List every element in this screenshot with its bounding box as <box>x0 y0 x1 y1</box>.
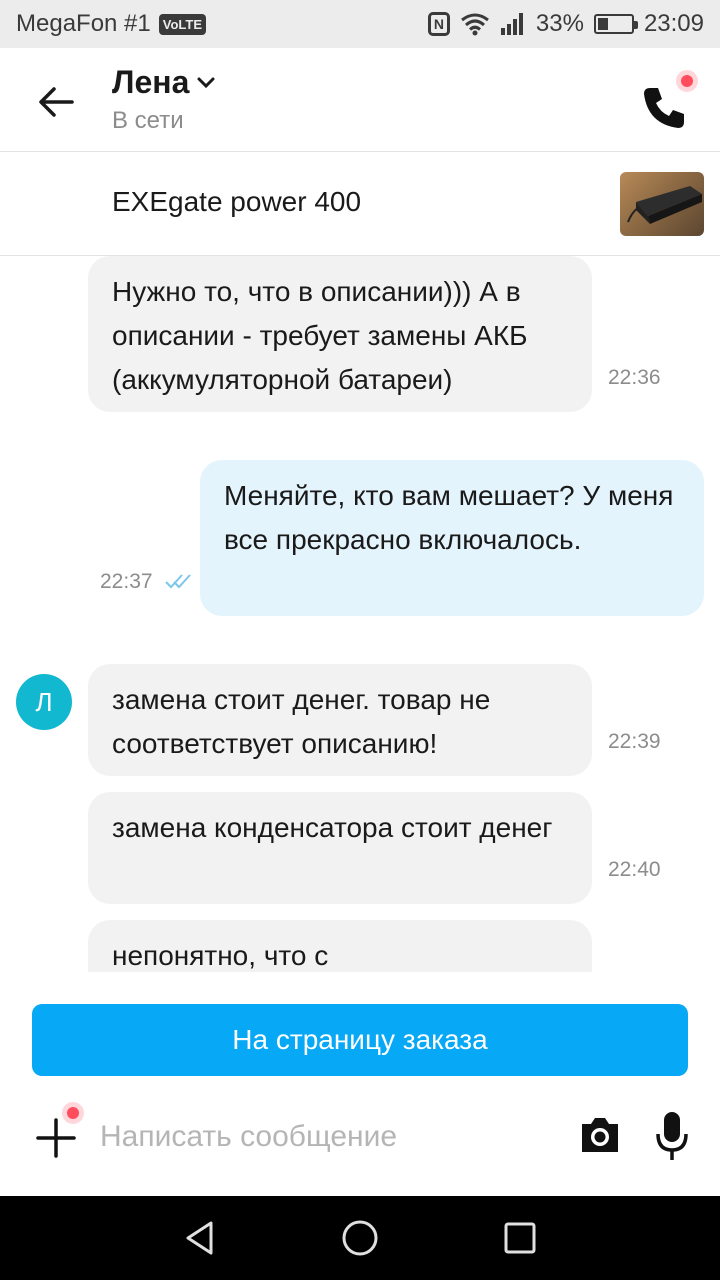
clock: 23:09 <box>643 10 704 37</box>
camera-button[interactable] <box>578 1112 622 1156</box>
nav-home-button[interactable] <box>336 1214 384 1262</box>
mic-button[interactable] <box>654 1110 690 1162</box>
online-status: В сети <box>112 107 184 134</box>
volte-icon: VoLTE <box>158 13 207 35</box>
nfc-icon: N <box>427 12 450 36</box>
phone-icon <box>644 88 684 128</box>
chevron-down-icon <box>197 77 215 88</box>
contact-title[interactable]: Лена В сети <box>112 64 215 135</box>
message-bubble: непонятно, что с <box>88 920 592 972</box>
order-page-button[interactable]: На страницу заказа <box>32 1004 688 1076</box>
camera-icon <box>582 1118 618 1152</box>
composer: На страницу заказа <box>0 972 720 1196</box>
message-time: 22:36 <box>608 366 661 389</box>
circle-home-icon <box>342 1220 378 1256</box>
nav-recent-button[interactable] <box>496 1214 544 1262</box>
message-list[interactable]: Нужно то, что в описании))) А в описании… <box>0 256 720 972</box>
status-bar: MegaFon #1 VoLTE N 33% 23:09 <box>0 0 720 48</box>
message-text: непонятно, что с <box>112 940 329 971</box>
call-button[interactable] <box>640 70 698 134</box>
double-check-icon <box>165 574 191 589</box>
system-nav-bar <box>0 1196 720 1280</box>
message-input[interactable] <box>100 1112 550 1162</box>
product-thumbnail[interactable] <box>620 172 704 236</box>
message-time: 22:40 <box>608 858 661 881</box>
wifi-icon <box>460 13 489 36</box>
product-bar[interactable]: EXEgate power 400 <box>0 152 720 256</box>
chat-header: Лена В сети <box>0 48 720 152</box>
arrow-left-icon[interactable] <box>32 78 80 126</box>
message-bubble: замена конденсатора стоит денег <box>88 792 592 904</box>
nav-back-button[interactable] <box>176 1214 224 1262</box>
message-bubble: Нужно то, что в описании))) А в описании… <box>88 256 592 412</box>
message-time: 22:39 <box>608 730 661 753</box>
signal-icon <box>500 13 523 35</box>
message-text: замена конденсатора стоит денег <box>112 812 553 843</box>
message-bubble: замена стоит денег. товар не соответству… <box>88 664 592 776</box>
message-bubble: Меняйте, кто вам мешает? У меня все прек… <box>200 460 704 616</box>
status-icons: N 33% 23:09 <box>427 10 704 38</box>
microphone-icon <box>656 1112 688 1160</box>
message-text: Меняйте, кто вам мешает? У меня все прек… <box>224 480 674 555</box>
battery-percent: 33% <box>535 10 584 37</box>
triangle-back-icon <box>186 1221 213 1255</box>
message-time: 22:37 <box>100 570 153 593</box>
avatar[interactable]: Л <box>16 674 72 730</box>
carrier-info: MegaFon #1 VoLTE <box>16 10 207 38</box>
message-text: замена стоит денег. товар не соответству… <box>112 684 491 759</box>
battery-fill <box>597 18 609 30</box>
message-text: Нужно то, что в описании))) А в описании… <box>112 276 528 395</box>
square-recent-icon <box>504 1222 536 1254</box>
notification-dot <box>62 1102 84 1124</box>
battery-icon <box>593 14 638 34</box>
notification-dot <box>676 70 698 92</box>
contact-name: Лена <box>112 64 190 100</box>
carrier-name: MegaFon #1 <box>16 10 151 37</box>
product-title: EXEgate power 400 <box>112 186 362 217</box>
attach-button[interactable] <box>34 1102 84 1160</box>
